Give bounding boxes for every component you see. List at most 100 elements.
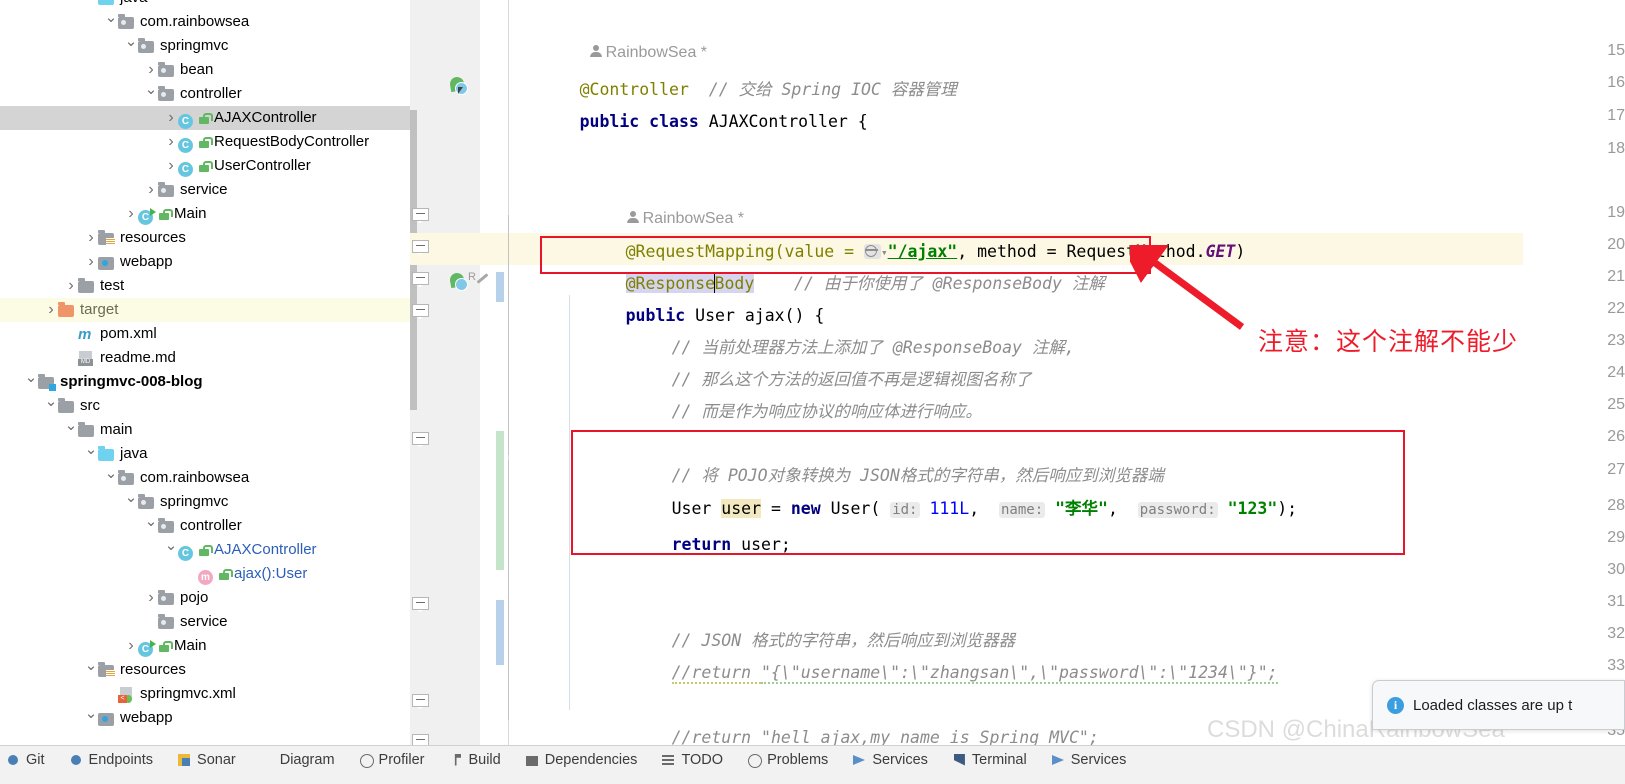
tree-item-ajaxcontroller[interactable]: C AJAXController [0,538,410,562]
annotation-box-code [571,430,1405,555]
chevron-right-icon[interactable] [164,106,178,131]
status-tool-bar[interactable]: Git Endpoints Sonar Diagram Profiler Build Dep… [0,745,1625,784]
chevron-right-icon[interactable] [144,58,158,83]
fold-marker[interactable] [410,432,430,448]
chevron-right-icon[interactable] [44,298,58,323]
notification-popup[interactable]: i Loaded classes are up t [1372,680,1625,730]
tree-item-target[interactable]: target [0,298,410,322]
tree-item-test[interactable]: test [0,274,410,298]
vcs-change-bar-added[interactable] [496,431,504,570]
tree-item-java[interactable]: java [0,442,410,466]
tree-item-ajax-user[interactable]: m ajax():User [0,562,410,586]
chevron-down-icon[interactable] [84,442,98,467]
chevron-right-icon[interactable] [84,250,98,275]
tree-item-bean[interactable]: bean [0,58,410,82]
toolwindow-button-services[interactable]: Services [1051,752,1126,768]
tree-item-usercontroller[interactable]: C UserController [0,154,410,178]
tree-item-main[interactable]: C Main [0,634,410,658]
tree-item-ajaxcontroller[interactable]: C AJAXController [0,106,410,130]
tree-item-main[interactable]: C Main [0,202,410,226]
fold-marker[interactable] [410,272,430,288]
chevron-down-icon[interactable] [84,706,98,731]
tree-item-pom-xml[interactable]: m pom.xml [0,322,410,346]
toolwindow-button-dependencies[interactable]: Dependencies [525,752,637,768]
run-method-gutter-icon[interactable]: R [448,271,489,292]
chevron-right-icon[interactable] [64,274,78,299]
vcs-change-bar-modified[interactable] [496,272,504,302]
chevron-right-icon[interactable] [124,634,138,659]
chevron-down-icon[interactable] [84,658,98,683]
code-editor-panel[interactable]: 1516171819202122232425262728293031323334… [410,0,1625,745]
chevron-down-icon[interactable] [64,418,78,443]
vcs-change-bar-modified[interactable] [496,600,504,665]
code-line-19: @RequestMapping(value = ▾"/ajax", method… [566,204,1246,261]
tree-item-com-rainbowsea[interactable]: com.rainbowsea [0,10,410,34]
run-class-gutter-icon[interactable] [448,75,469,96]
tree-item-springmvc-xml[interactable]: < springmvc.xml [0,682,410,706]
toolwindow-button-diagram[interactable]: Diagram [260,752,335,768]
tool-window-buttons[interactable]: Git Endpoints Sonar Diagram Profiler Build Dep… [6,752,1150,768]
fold-marker[interactable] [410,734,430,745]
tree-item-webapp[interactable]: webapp [0,706,410,730]
chevron-down-icon[interactable] [44,394,58,419]
tree-item-label: resources [120,661,186,678]
tree-item-controller[interactable]: controller [0,82,410,106]
fold-marker[interactable] [410,208,430,224]
tree-item-webapp[interactable]: webapp [0,250,410,274]
fold-marker[interactable] [410,694,430,710]
chevron-down-icon[interactable] [104,466,118,491]
tree-item-resources[interactable]: resources [0,226,410,250]
code-line-31: // JSON 格式的字符串，然后响应到浏览器器 [612,593,1015,650]
tree-item-label: com.rainbowsea [140,469,250,486]
chevron-down-icon[interactable] [84,0,98,11]
toolwindow-button-problems[interactable]: Problems [747,752,828,768]
chevron-right-icon[interactable] [164,130,178,155]
tree-item-springmvc[interactable]: springmvc [0,490,410,514]
toolwindow-button-profiler[interactable]: Profiler [359,752,425,768]
tree-item-java[interactable]: java [0,0,410,10]
code-text-area[interactable]: RainbowSea * @Controller // 交给 Spring IO… [512,0,1625,745]
toolwindow-button-todo[interactable]: TODO [661,752,723,768]
chevron-right-icon[interactable] [164,154,178,179]
maven-m-icon: m [78,325,92,343]
tree-item-requestbodycontroller[interactable]: C RequestBodyController [0,130,410,154]
toolwindow-button-services[interactable]: Services [852,752,928,768]
toolwindow-button-endpoints[interactable]: Endpoints [69,752,153,768]
toolwindow-button-git[interactable]: Git [6,752,45,768]
toolwindow-label: Profiler [378,752,425,768]
chevron-right-icon[interactable] [144,586,158,611]
chevron-down-icon[interactable] [104,10,118,35]
tree-item-src[interactable]: src [0,394,410,418]
toolwindow-label: Sonar [197,752,236,768]
tree-item-pojo[interactable]: pojo [0,586,410,610]
git-icon [6,753,21,768]
fold-marker[interactable] [410,240,430,256]
fold-marker[interactable] [410,304,430,320]
editor-gutter[interactable] [410,0,480,745]
chevron-down-icon[interactable] [144,514,158,539]
tree-item-controller[interactable]: controller [0,514,410,538]
chevron-down-icon[interactable] [24,370,38,395]
code-line-22: // 当前处理器方法上添加了 @ResponseBoay 注解, [612,300,1075,357]
chevron-down-icon[interactable] [124,34,138,59]
tree-item-main[interactable]: main [0,418,410,442]
chevron-down-icon[interactable] [144,82,158,107]
chevron-right-icon[interactable] [124,202,138,227]
fold-marker[interactable] [410,597,430,613]
chevron-right-icon[interactable] [84,226,98,251]
toolwindow-button-terminal[interactable]: Terminal [952,752,1027,768]
tree-item-resources[interactable]: resources [0,658,410,682]
tree-item-readme-md[interactable]: MD readme.md [0,346,410,370]
tree-item-service[interactable]: service [0,178,410,202]
toolwindow-button-sonar[interactable]: Sonar [177,752,236,768]
tree-item-service[interactable]: service [0,610,410,634]
tree-item-springmvc[interactable]: springmvc [0,34,410,58]
tree-item-com-rainbowsea[interactable]: com.rainbowsea [0,466,410,490]
tree-item-springmvc-008-blog[interactable]: springmvc-008-blog [0,370,410,394]
project-tree-panel[interactable]: java com.rainbowsea springmvc bean controlle… [0,0,410,745]
chevron-down-icon[interactable] [124,490,138,515]
toolwindow-button-build[interactable]: Build [448,752,501,768]
chevron-right-icon[interactable] [144,178,158,203]
chevron-down-icon[interactable] [164,538,178,563]
markdown-icon: MD [78,350,95,366]
